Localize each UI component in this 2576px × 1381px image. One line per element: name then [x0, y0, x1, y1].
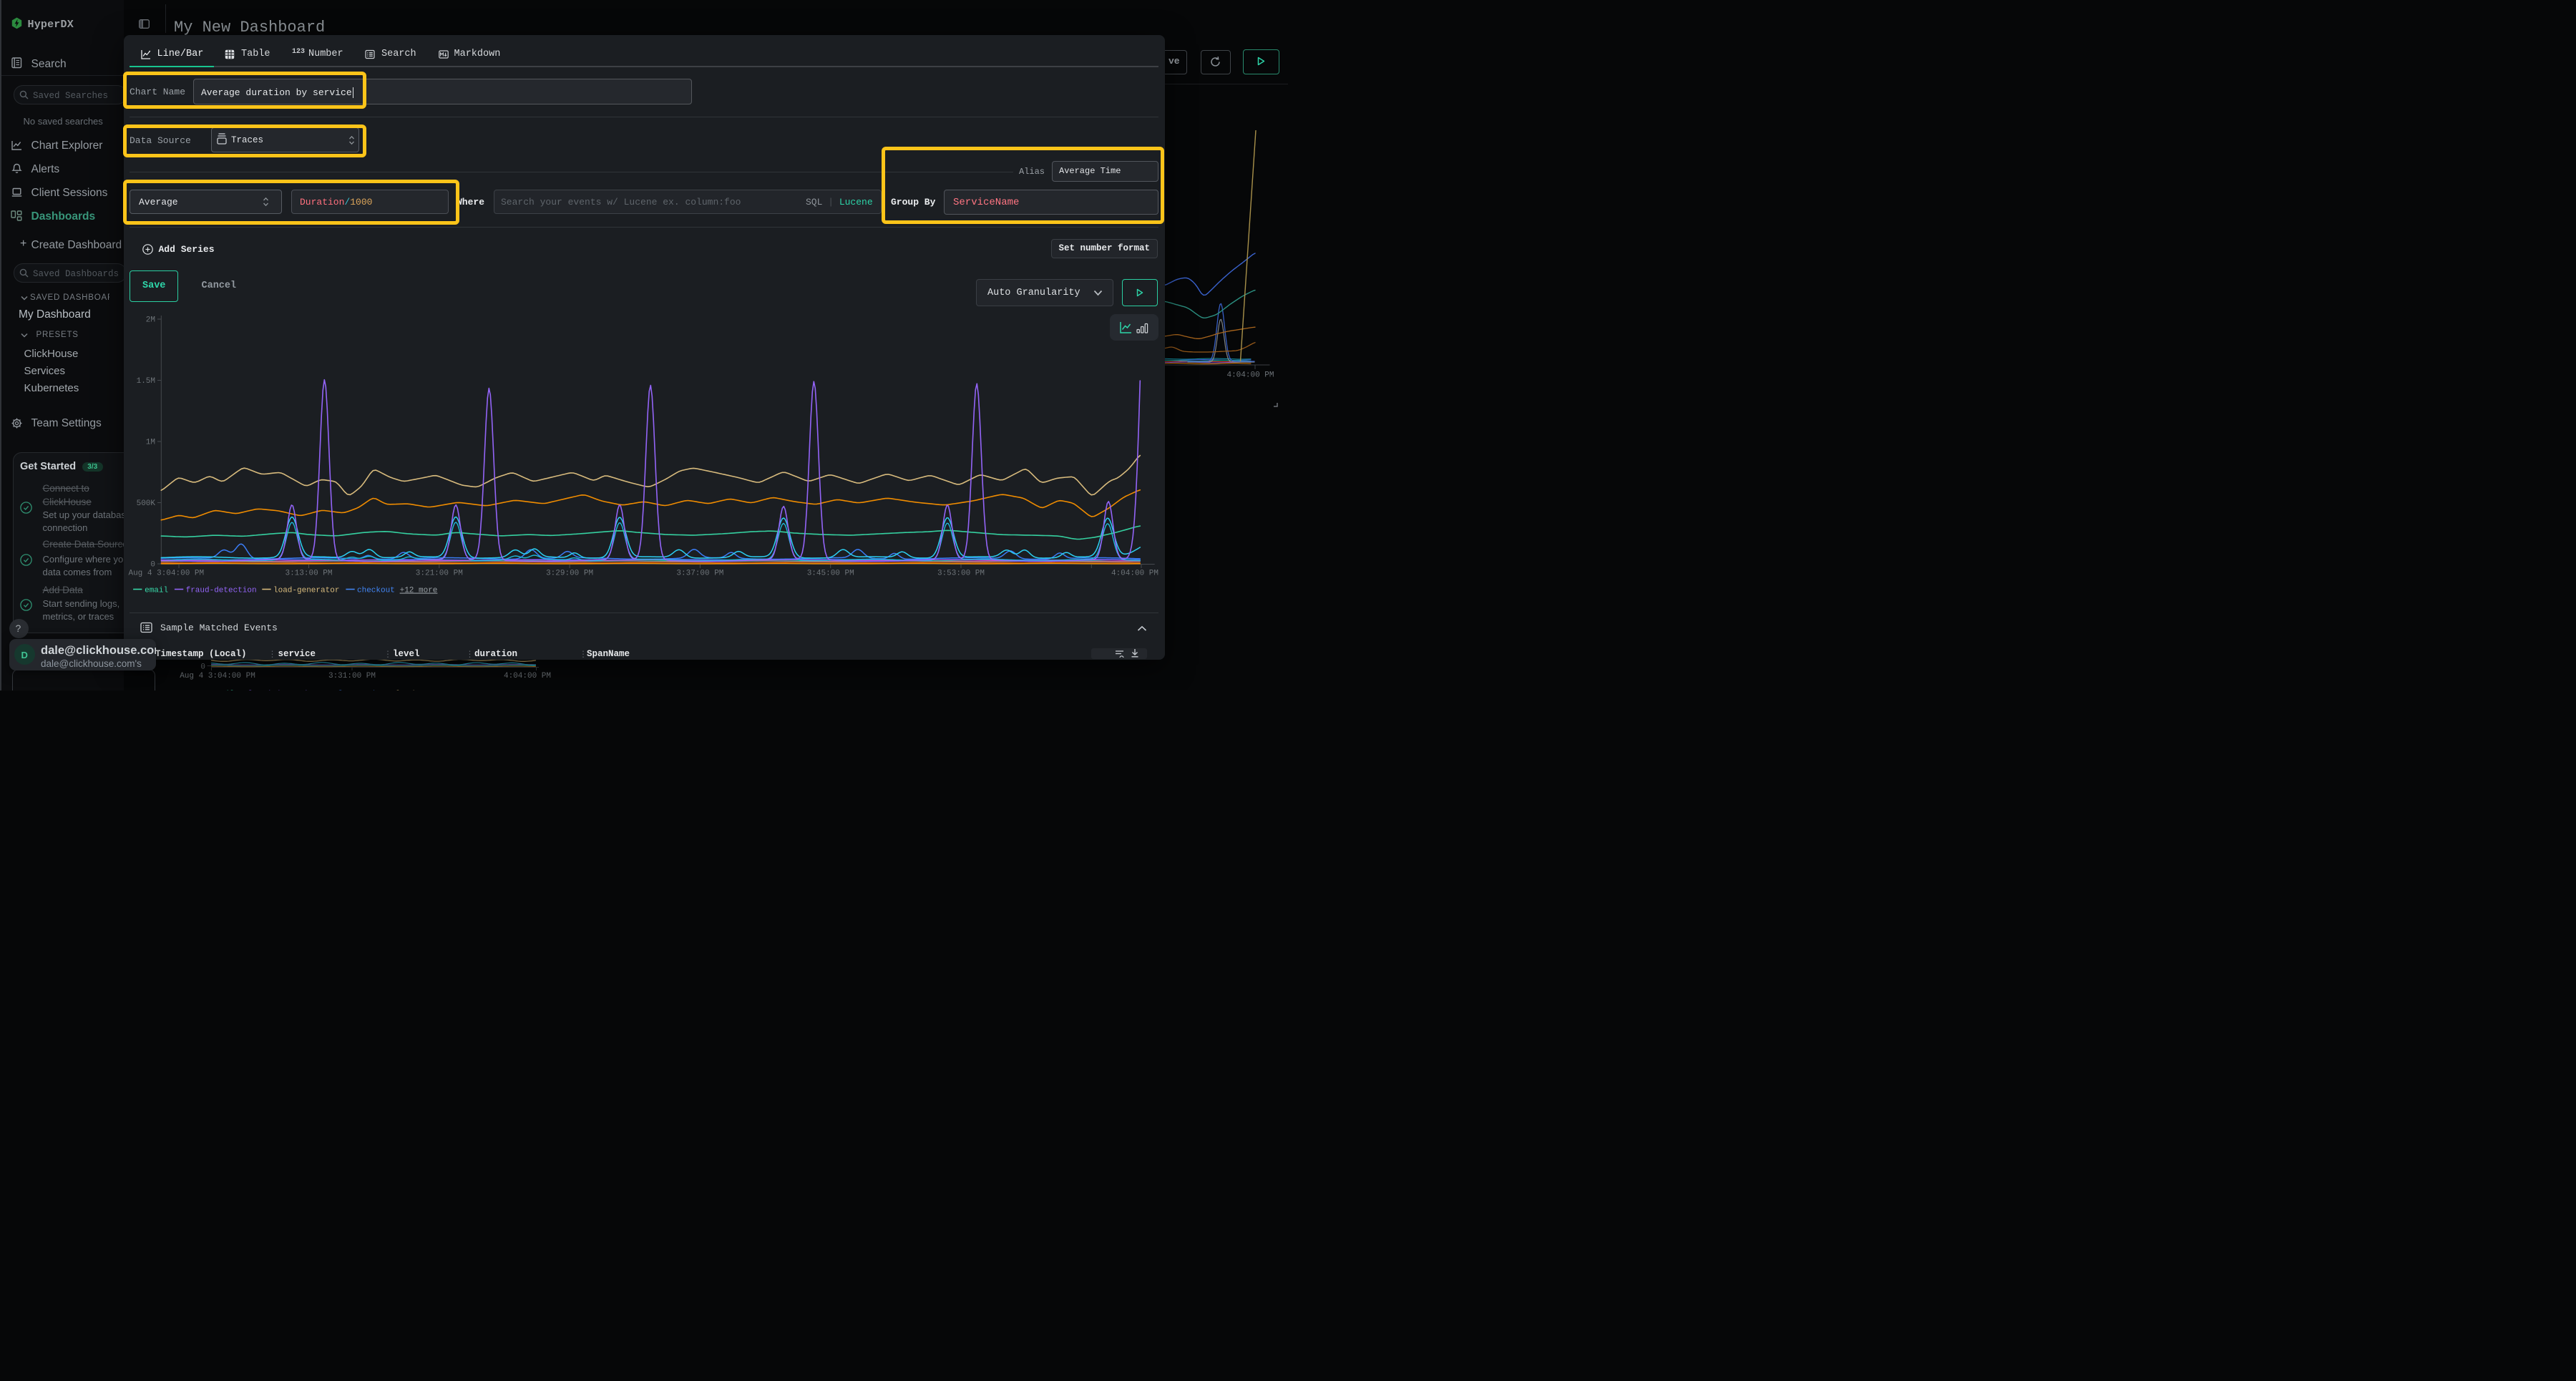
svg-text:0: 0 — [200, 663, 205, 672]
svg-text:3:31:00 PM: 3:31:00 PM — [328, 672, 376, 680]
svg-text:email: email — [211, 690, 235, 691]
svg-text:— fraud-detection: — fraud-detection — [237, 690, 318, 691]
svg-text:+15 more: +15 more — [472, 690, 510, 691]
svg-text:— load-generator: — load-generator — [386, 690, 462, 691]
svg-text:Aug 4 3:04:00 PM: Aug 4 3:04:00 PM — [180, 672, 255, 680]
svg-text:4:04:00 PM: 4:04:00 PM — [504, 672, 551, 680]
svg-text:— frontend: — frontend — [327, 690, 375, 691]
